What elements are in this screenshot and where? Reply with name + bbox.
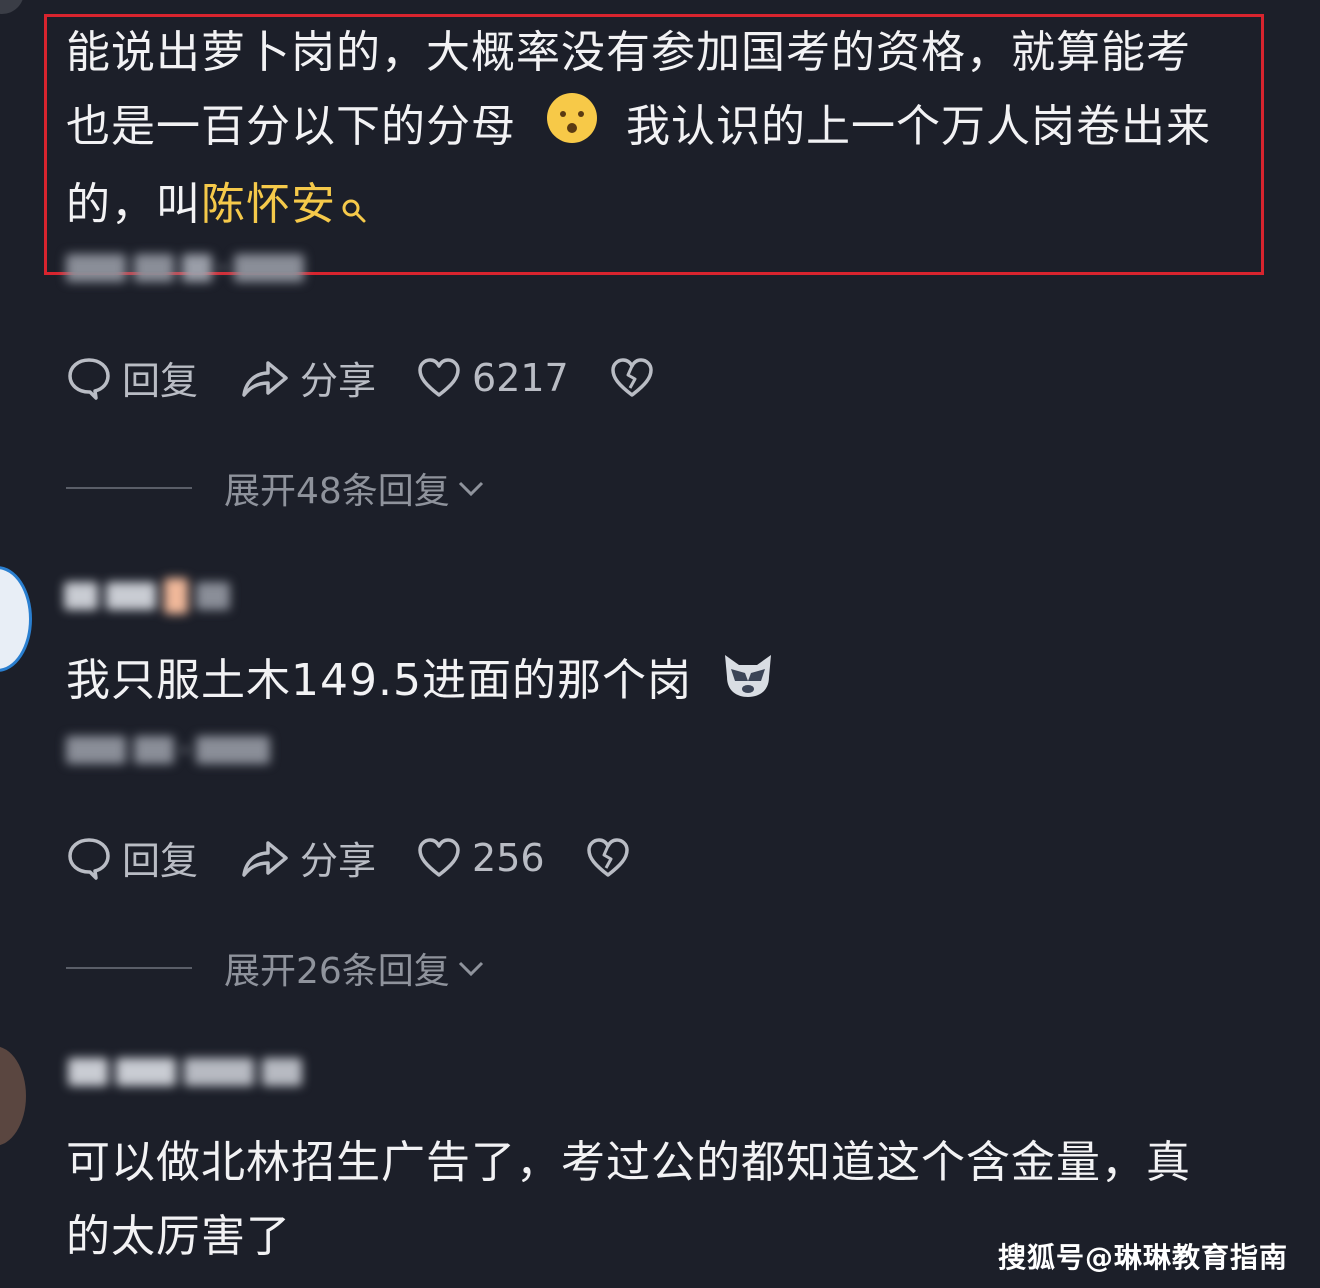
like-count: 6217 xyxy=(472,355,569,400)
expand-replies[interactable]: 展开26条回复 xyxy=(66,942,488,994)
avatar[interactable] xyxy=(0,0,24,14)
comment-meta xyxy=(66,254,304,282)
reply-button[interactable]: 回复 xyxy=(66,350,198,405)
broken-heart-icon xyxy=(586,837,629,877)
comment-line: 的，叫陈怀安 xyxy=(66,168,1211,248)
watermark: 搜狐号@琳琳教育指南 xyxy=(997,1241,1288,1274)
comment-line: 我只服土木149.5进面的那个岗 xyxy=(66,655,692,706)
comment-line: 可以做北林招生广告了，考过公的都知道这个含金量，真 xyxy=(66,1137,1191,1188)
heart-icon xyxy=(418,357,460,397)
wolf-emoji-icon xyxy=(721,650,775,724)
divider-line xyxy=(66,487,192,489)
like-button[interactable]: 6217 xyxy=(416,355,569,401)
share-label: 分享 xyxy=(300,839,377,883)
comment-line-part: 的，叫 xyxy=(66,178,201,230)
dislike-button[interactable] xyxy=(609,355,665,401)
share-arrow-icon xyxy=(242,840,288,877)
expand-replies[interactable]: 展开48条回复 xyxy=(66,462,488,514)
share-label: 分享 xyxy=(300,359,377,403)
comment-line-part: 也是一百分以下的分母 xyxy=(66,101,516,152)
reply-button[interactable]: 回复 xyxy=(66,830,198,885)
avatar[interactable] xyxy=(0,1046,26,1146)
username[interactable] xyxy=(68,1058,302,1086)
heart-icon xyxy=(418,837,460,877)
share-arrow-icon xyxy=(242,360,288,397)
comment-bubble-icon xyxy=(68,357,110,400)
reply-label: 回复 xyxy=(122,839,199,883)
chevron-down-icon xyxy=(458,961,483,977)
expand-label: 展开26条回复 xyxy=(224,951,450,992)
comment-text: 能说出萝卜岗的，大概率没有参加国考的资格，就算能考 也是一百分以下的分母 我认识… xyxy=(66,16,1211,248)
search-icon[interactable] xyxy=(340,174,368,248)
like-button[interactable]: 256 xyxy=(416,835,545,881)
comment-line: 也是一百分以下的分母 我认识的上一个万人岗卷出来 xyxy=(66,90,1211,168)
comment-text: 我只服土木149.5进面的那个岗 xyxy=(66,644,775,724)
face-emoji-icon xyxy=(545,91,599,168)
keyword-link[interactable]: 陈怀安 xyxy=(201,179,336,230)
comment-bubble-icon xyxy=(68,837,110,880)
comment-actions: 回复 分享 6217 xyxy=(66,350,705,405)
like-count: 256 xyxy=(472,835,545,880)
username[interactable] xyxy=(64,578,230,614)
broken-heart-icon xyxy=(611,357,653,397)
share-button[interactable]: 分享 xyxy=(238,350,376,405)
avatar[interactable] xyxy=(0,566,32,672)
expand-label: 展开48条回复 xyxy=(224,471,450,512)
comment-meta xyxy=(66,736,270,764)
dislike-button[interactable] xyxy=(585,835,641,881)
share-button[interactable]: 分享 xyxy=(238,830,376,885)
divider-line xyxy=(66,967,192,969)
chevron-down-icon xyxy=(458,481,483,497)
comment-line: 能说出萝卜岗的，大概率没有参加国考的资格，就算能考 xyxy=(66,27,1191,78)
reply-label: 回复 xyxy=(122,359,199,403)
comment-line-part: 我认识的上一个万人岗卷出来 xyxy=(626,101,1211,152)
comment-actions: 回复 分享 256 xyxy=(66,830,681,885)
